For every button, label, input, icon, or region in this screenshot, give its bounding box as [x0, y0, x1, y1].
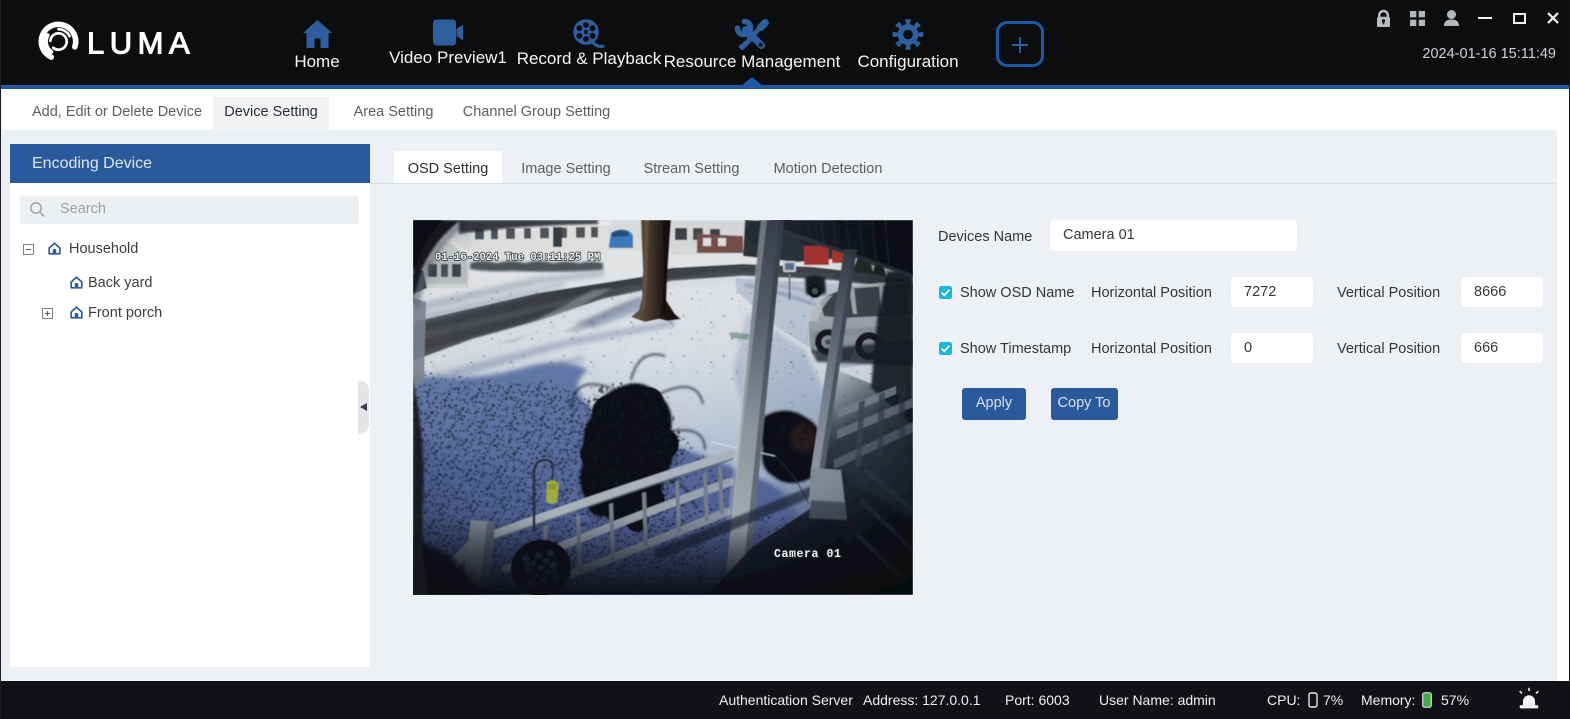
svg-text:LUMA: LUMA — [87, 26, 195, 61]
svg-text:Camera 01: Camera 01 — [774, 548, 842, 561]
svg-text:01-16-2024 Tue 03:11:25 PM: 01-16-2024 Tue 03:11:25 PM — [435, 252, 600, 264]
